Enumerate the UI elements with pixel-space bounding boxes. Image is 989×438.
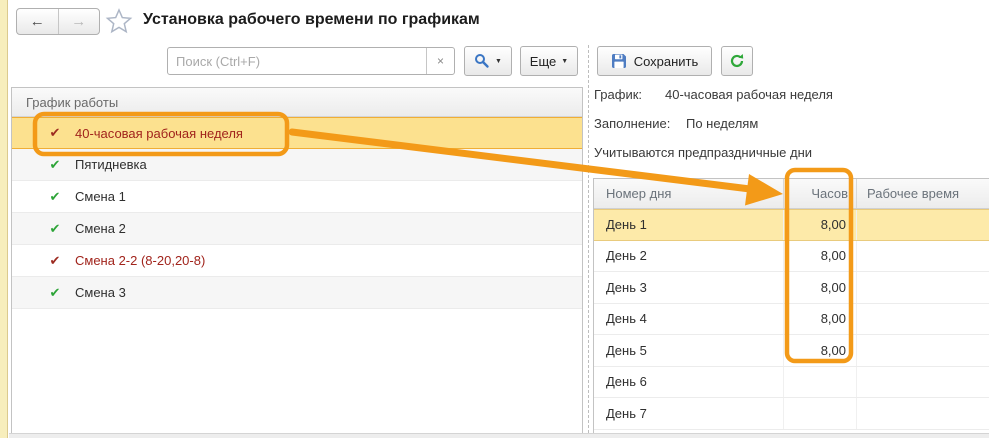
- schedule-label: Смена 2-2 (8-20,20-8): [75, 253, 205, 268]
- field-value: 40-часовая рабочая неделя: [665, 87, 833, 102]
- day-cell[interactable]: День 6: [594, 367, 783, 398]
- app-window: ← → Установка рабочего времени по график…: [0, 0, 989, 438]
- schedule-label: 40-часовая рабочая неделя: [75, 126, 243, 141]
- column-header-hours[interactable]: Часов: [783, 179, 856, 208]
- day-table-body: День 1 8,00 День 2 8,00 День 3 8,00 День…: [594, 209, 989, 430]
- day-cell[interactable]: День 3: [594, 272, 783, 303]
- day-table-row[interactable]: День 3 8,00: [594, 272, 989, 304]
- work-time-cell[interactable]: [856, 304, 989, 335]
- schedule-details: График: 40-часовая рабочая неделя Заполн…: [594, 80, 986, 167]
- hours-cell[interactable]: 8,00: [783, 241, 856, 272]
- schedule-list-item[interactable]: ✔ Смена 1: [12, 181, 582, 213]
- hours-cell[interactable]: 8,00: [783, 210, 856, 240]
- column-header-day-number[interactable]: Номер дня: [594, 179, 783, 208]
- chevron-down-icon: ▼: [561, 58, 568, 65]
- day-cell[interactable]: День 4: [594, 304, 783, 335]
- work-time-cell[interactable]: [856, 398, 989, 429]
- window-edge-strip: [0, 0, 8, 438]
- pane-splitter[interactable]: [588, 45, 589, 438]
- day-cell[interactable]: День 5: [594, 335, 783, 366]
- schedule-list-item[interactable]: ✔ Смена 3: [12, 277, 582, 309]
- window-bottom-edge: [9, 433, 989, 438]
- back-button[interactable]: ←: [17, 9, 59, 34]
- work-time-cell[interactable]: [856, 210, 989, 240]
- day-table-row[interactable]: День 6: [594, 367, 989, 399]
- schedule-list-item[interactable]: ✔ Смена 2-2 (8-20,20-8): [12, 245, 582, 277]
- more-actions-label: Еще: [530, 54, 556, 69]
- check-mark-icon: ✔: [47, 125, 63, 141]
- work-time-cell[interactable]: [856, 272, 989, 303]
- day-table-row[interactable]: День 2 8,00: [594, 241, 989, 273]
- more-actions-button[interactable]: Еще ▼: [520, 46, 578, 76]
- work-time-cell[interactable]: [856, 335, 989, 366]
- day-table-row[interactable]: День 4 8,00: [594, 304, 989, 336]
- field-label: Заполнение:: [594, 116, 686, 131]
- hours-cell[interactable]: [783, 367, 856, 398]
- search-input[interactable]: [168, 48, 426, 74]
- hours-cell[interactable]: 8,00: [783, 304, 856, 335]
- chevron-down-icon: ▼: [495, 58, 502, 65]
- day-table-header: Номер дня Часов Рабочее время: [594, 179, 989, 209]
- day-cell[interactable]: День 2: [594, 241, 783, 272]
- schedule-list-body: ✔ 40-часовая рабочая неделя ✔ Пятидневка…: [12, 117, 582, 309]
- check-mark-icon: ✔: [47, 285, 63, 301]
- search-button[interactable]: ▼: [464, 46, 512, 76]
- check-mark-icon: ✔: [47, 189, 63, 205]
- day-cell[interactable]: День 1: [594, 210, 783, 240]
- page-title: Установка рабочего времени по графикам: [143, 11, 480, 29]
- schedule-label: Смена 3: [75, 285, 126, 300]
- save-floppy-icon: [611, 53, 627, 69]
- day-table: Номер дня Часов Рабочее время День 1 8,0…: [593, 178, 989, 438]
- schedule-table: График работы ✔ 40-часовая рабочая недел…: [11, 87, 583, 438]
- schedule-column-header[interactable]: График работы: [12, 88, 582, 117]
- detail-field: Заполнение: По неделям: [594, 109, 986, 138]
- schedule-label: Смена 2: [75, 221, 126, 236]
- preholiday-note: Учитываются предпраздничные дни: [594, 138, 986, 167]
- hours-cell[interactable]: 8,00: [783, 272, 856, 303]
- schedule-label: Пятидневка: [75, 157, 147, 172]
- magnifier-icon: [474, 53, 490, 69]
- save-button[interactable]: Сохранить: [597, 46, 712, 76]
- day-table-row[interactable]: День 7: [594, 398, 989, 430]
- column-header-work-time[interactable]: Рабочее время: [856, 179, 989, 208]
- search-clear-button[interactable]: ×: [426, 48, 454, 74]
- schedule-list-item[interactable]: ✔ Смена 2: [12, 213, 582, 245]
- save-button-label: Сохранить: [634, 54, 699, 69]
- schedule-label: Смена 1: [75, 189, 126, 204]
- hours-cell[interactable]: [783, 398, 856, 429]
- day-cell[interactable]: День 7: [594, 398, 783, 429]
- history-nav-group: ← →: [16, 8, 100, 35]
- check-mark-icon: ✔: [47, 253, 63, 269]
- day-table-row[interactable]: День 1 8,00: [594, 209, 989, 241]
- refresh-button[interactable]: [721, 46, 753, 76]
- forward-button[interactable]: →: [59, 9, 100, 34]
- work-time-cell[interactable]: [856, 367, 989, 398]
- field-label: График:: [594, 87, 665, 102]
- field-value: По неделям: [686, 116, 758, 131]
- day-table-row[interactable]: День 5 8,00: [594, 335, 989, 367]
- refresh-icon: [729, 53, 745, 69]
- hours-cell[interactable]: 8,00: [783, 335, 856, 366]
- check-mark-icon: ✔: [47, 221, 63, 237]
- work-time-cell[interactable]: [856, 241, 989, 272]
- search-box: ×: [167, 47, 455, 75]
- check-mark-icon: ✔: [47, 157, 63, 173]
- schedule-list-item[interactable]: ✔ Пятидневка: [12, 149, 582, 181]
- favorite-star-icon[interactable]: [105, 7, 133, 35]
- schedule-list-item[interactable]: ✔ 40-часовая рабочая неделя: [12, 117, 582, 149]
- detail-field: График: 40-часовая рабочая неделя: [594, 80, 986, 109]
